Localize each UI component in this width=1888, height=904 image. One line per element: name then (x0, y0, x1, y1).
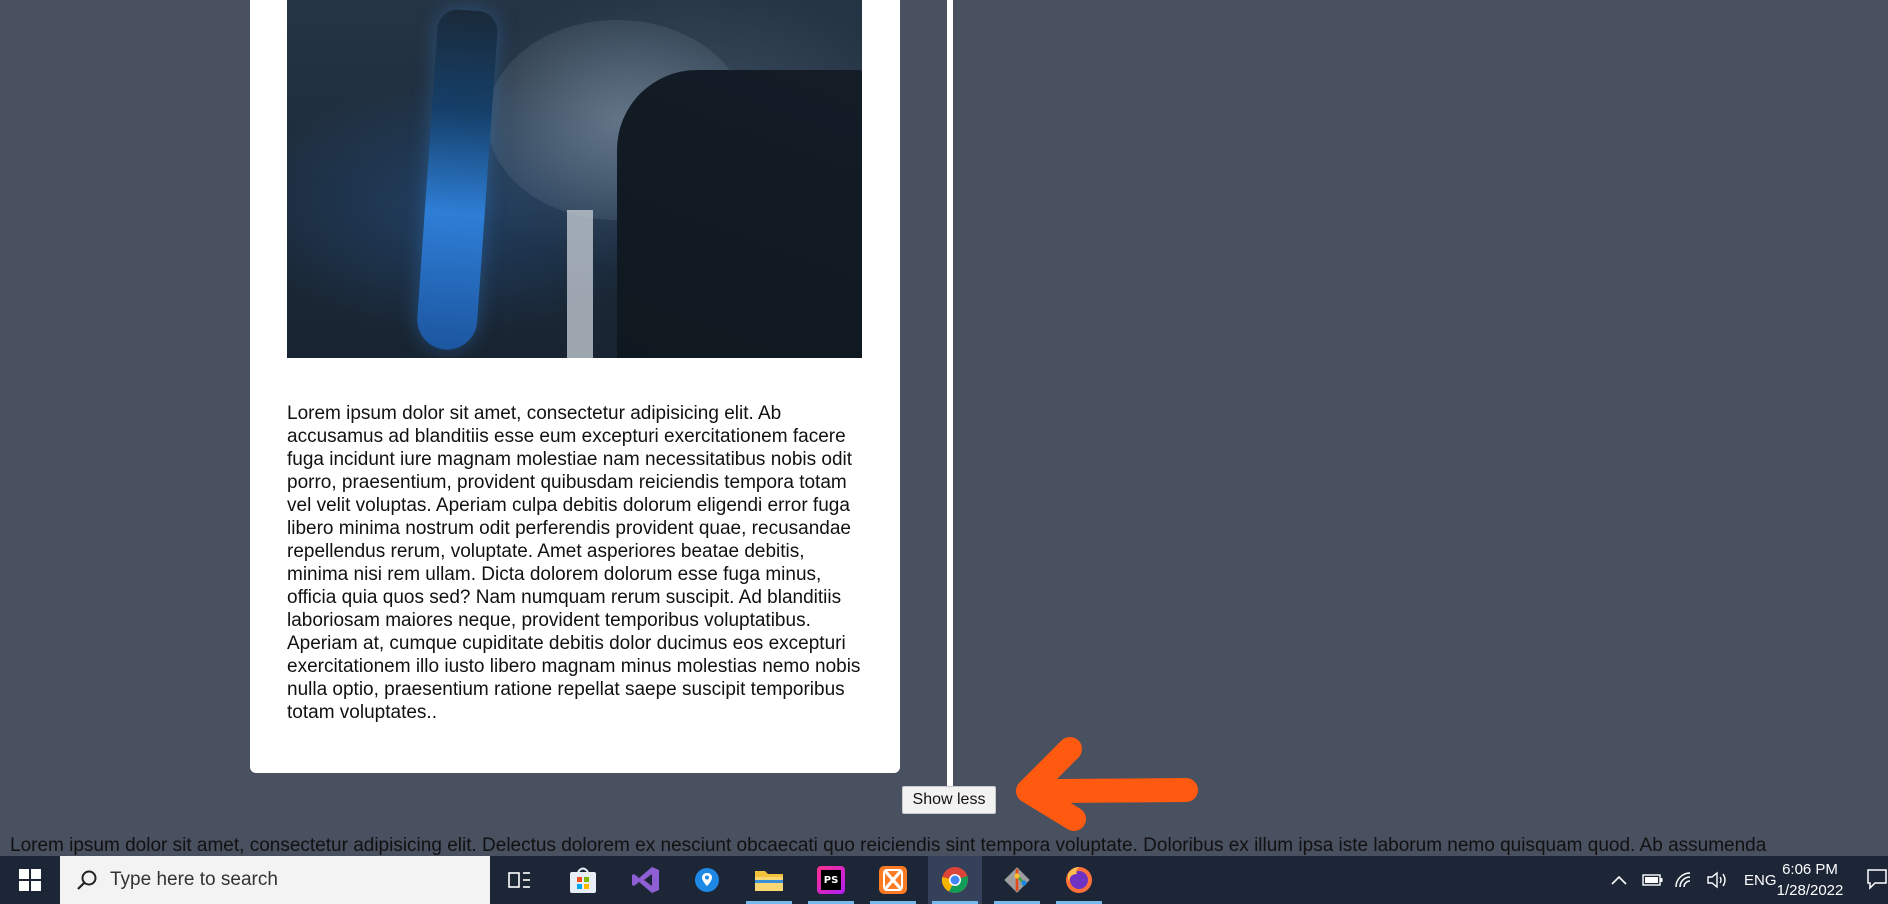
taskbar-app-xampp[interactable] (866, 856, 920, 904)
windows-logo-icon (19, 869, 41, 891)
firefox-icon (1066, 867, 1092, 893)
annotation-arrow-icon (1016, 737, 1198, 831)
taskbar-app-file-explorer[interactable] (742, 856, 796, 904)
git-icon (1004, 867, 1030, 893)
taskbar-app-chrome[interactable] (928, 856, 982, 904)
taskbar-app-firefox[interactable] (1052, 856, 1106, 904)
taskbar-app-phpstorm[interactable]: PS (804, 856, 858, 904)
volume-icon[interactable] (1706, 871, 1728, 889)
vertical-divider (947, 0, 953, 790)
taskbar-app-visual-studio[interactable] (619, 856, 673, 904)
maps-icon (695, 868, 719, 892)
microsoft-store-icon (570, 867, 596, 893)
battery-icon[interactable] (1642, 873, 1664, 887)
chevron-up-icon[interactable] (1610, 874, 1628, 886)
taskbar-app-git[interactable] (990, 856, 1044, 904)
xampp-icon (879, 866, 907, 894)
windows-start-button[interactable] (0, 856, 60, 904)
visual-studio-icon (632, 867, 659, 893)
search-placeholder: Type here to search (110, 869, 278, 890)
notification-center-icon[interactable] (1866, 868, 1888, 890)
content-card: Lorem ipsum dolor sit amet, consectetur … (250, 0, 900, 773)
system-tray: ENG (1610, 856, 1777, 904)
task-view-icon (508, 872, 530, 888)
taskbar-app-maps[interactable] (680, 856, 734, 904)
clock-date: 1/28/2022 (1776, 882, 1844, 899)
chrome-icon (941, 867, 968, 893)
taskbar-app-store[interactable] (556, 856, 610, 904)
task-view-button[interactable] (493, 856, 547, 904)
taskbar-clock[interactable]: 6:06 PM 1/28/2022 (1760, 859, 1860, 901)
show-less-button[interactable]: Show less (902, 786, 996, 814)
taskbar-search-box[interactable]: Type here to search (60, 856, 490, 904)
clock-time: 6:06 PM (1782, 861, 1838, 878)
card-photo (287, 0, 862, 358)
wifi-icon[interactable] (1674, 871, 1696, 889)
search-icon (77, 870, 97, 890)
card-paragraph: Lorem ipsum dolor sit amet, consectetur … (287, 403, 861, 723)
bottom-paragraph: Lorem ipsum dolor sit amet, consectetur … (10, 835, 1767, 856)
taskbar: Type here to search PS ENG 6:06 PM 1/28/… (0, 856, 1888, 904)
file-explorer-icon (755, 871, 783, 891)
phpstorm-icon: PS (817, 866, 845, 894)
